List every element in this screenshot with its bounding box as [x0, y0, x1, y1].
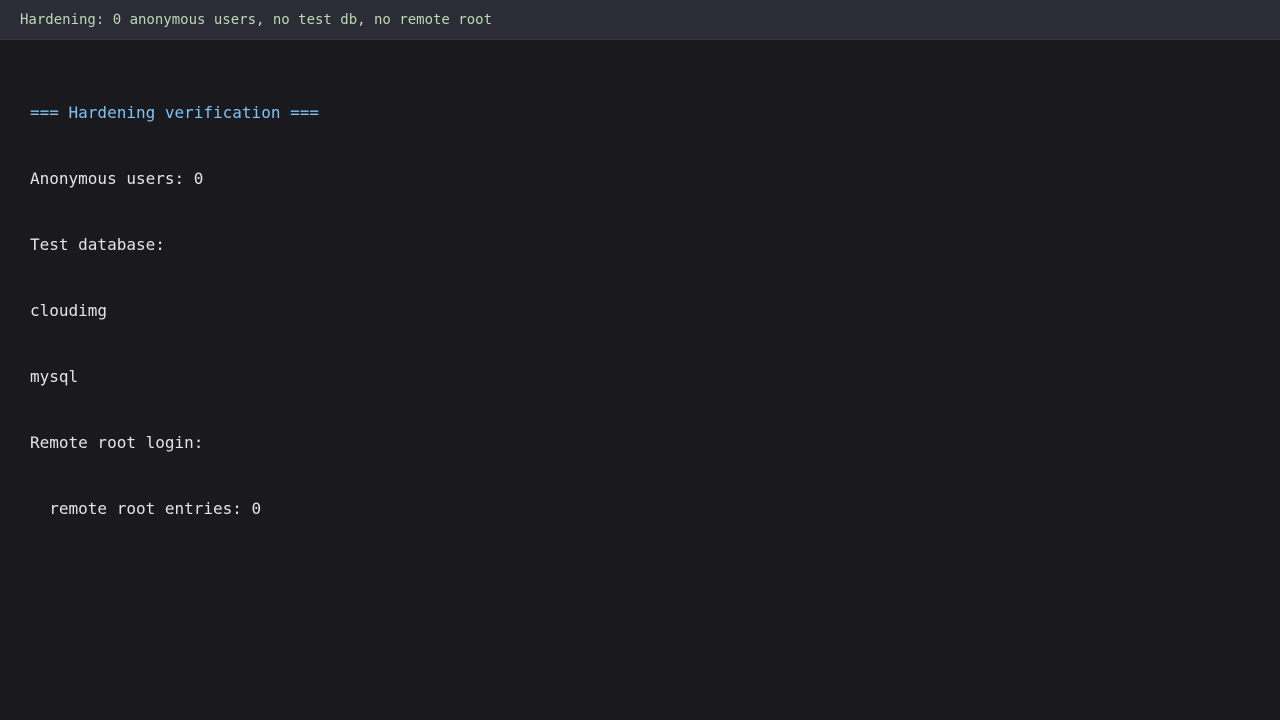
database-name-line: mysql	[30, 367, 79, 386]
remote-root-login-line: Remote root login:	[30, 433, 204, 452]
terminal-heading: === Hardening verification ===	[30, 103, 319, 122]
database-name-line: cloudimg	[30, 301, 108, 320]
status-bar: Hardening: 0 anonymous users, no test db…	[0, 0, 1280, 40]
remote-root-entries-line: remote root entries: 0	[30, 499, 262, 518]
anonymous-users-line: Anonymous users: 0	[30, 169, 204, 188]
status-summary: Hardening: 0 anonymous users, no test db…	[20, 12, 493, 28]
terminal-output: === Hardening verification === Anonymous…	[30, 58, 319, 542]
test-database-line: Test database:	[30, 235, 165, 254]
